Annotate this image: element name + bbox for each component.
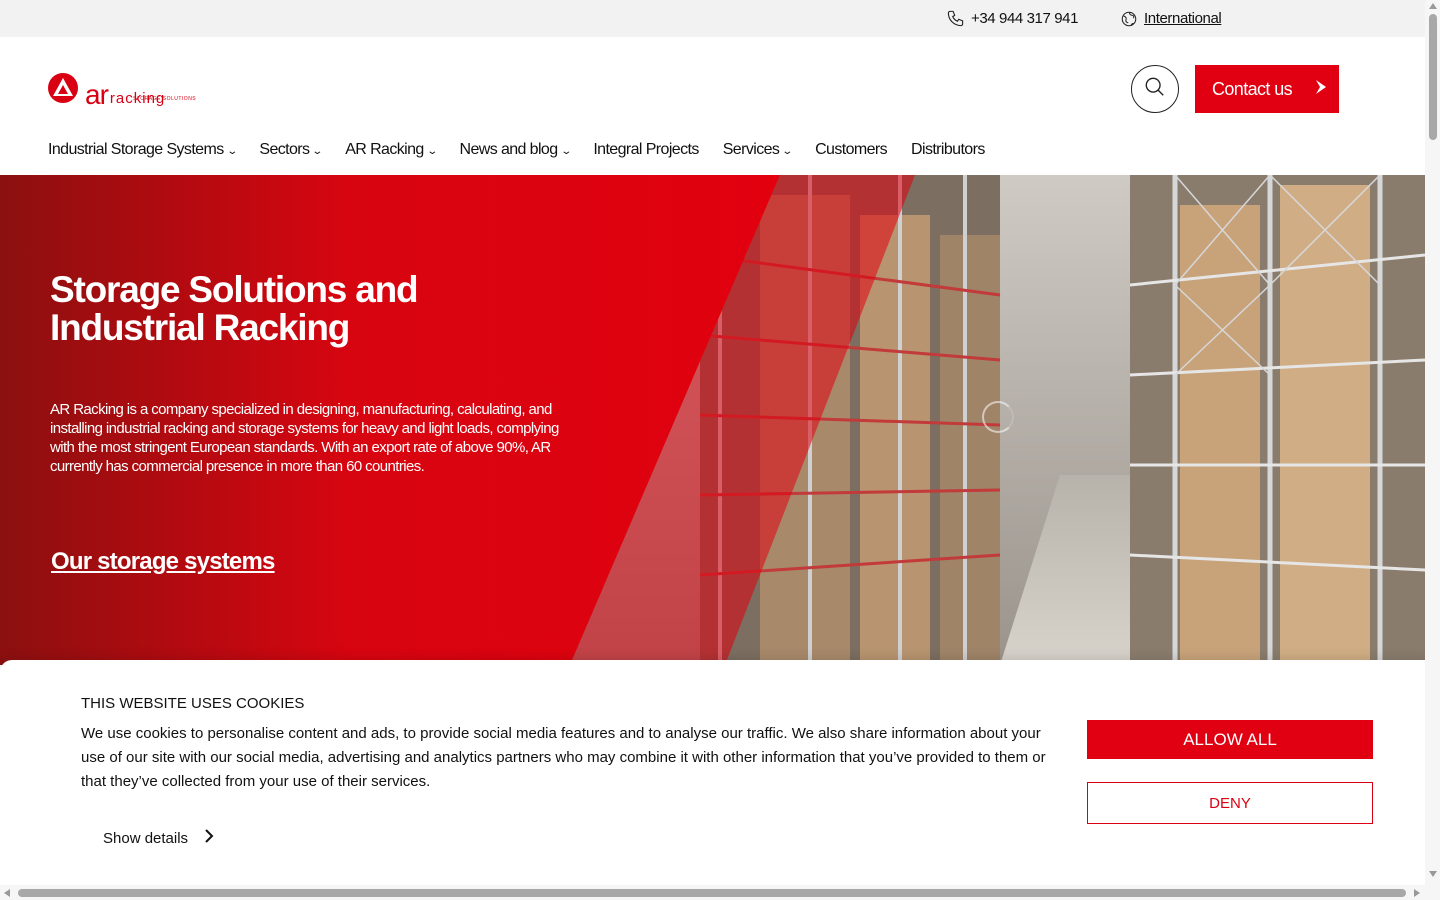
- nav-item-label: Industrial Storage Systems: [48, 141, 224, 158]
- cookie-description: We use cookies to personalise content an…: [81, 725, 1046, 790]
- scrollbar-corner: [1425, 885, 1440, 900]
- search-icon: [1144, 76, 1166, 103]
- chevron-down-icon: ⌄: [226, 145, 238, 157]
- horizontal-scrollbar[interactable]: [0, 885, 1425, 900]
- nav-item-sectors[interactable]: Sectors ⌄: [259, 141, 324, 159]
- vertical-scrollbar[interactable]: [1425, 0, 1440, 885]
- main-navigation: Industrial Storage Systems ⌄ Sectors ⌄ A…: [48, 140, 1009, 160]
- nav-item-label: Distributors: [911, 141, 985, 158]
- nav-item-distributors[interactable]: Distributors: [911, 141, 985, 159]
- video-loading-spinner-icon: [982, 401, 1014, 433]
- chevron-right-icon: [204, 828, 214, 848]
- nav-item-ar-racking[interactable]: AR Racking ⌄: [345, 141, 438, 159]
- vertical-scroll-thumb[interactable]: [1429, 14, 1437, 140]
- international-label: International: [1144, 10, 1222, 27]
- globe-icon: [1120, 10, 1138, 28]
- hero-title-line-1: Storage Solutions and: [50, 269, 419, 310]
- nav-item-services[interactable]: Services ⌄: [722, 141, 794, 159]
- logo-mark-icon: [47, 72, 79, 109]
- phone-link[interactable]: +34 944 317 941: [946, 0, 1078, 37]
- cookie-title: THIS WEBSITE USES COOKIES: [81, 695, 305, 712]
- scroll-down-arrow-icon[interactable]: [1429, 871, 1437, 877]
- nav-item-label: Integral Projects: [593, 141, 699, 158]
- logo-text: ar: [85, 79, 109, 110]
- scroll-up-arrow-icon[interactable]: [1429, 3, 1437, 9]
- scroll-right-arrow-icon[interactable]: [1414, 889, 1420, 897]
- ar-racking-logo[interactable]: ar racking STORAGE SOLUTIONS: [47, 72, 196, 110]
- nav-item-industrial-storage-systems[interactable]: Industrial Storage Systems ⌄: [48, 141, 238, 159]
- contact-us-label: Contact us: [1212, 78, 1293, 99]
- show-details-label: Show details: [103, 829, 189, 847]
- chevron-down-icon: ⌄: [559, 145, 572, 157]
- nav-item-news-and-blog[interactable]: News and blog ⌄: [459, 141, 572, 159]
- chevron-right-icon: [1314, 79, 1328, 100]
- cookie-consent-banner: THIS WEBSITE USES COOKIES We use cookies…: [0, 660, 1440, 885]
- nav-item-label: Customers: [815, 141, 888, 158]
- deny-button[interactable]: DENY: [1087, 782, 1373, 824]
- scroll-left-arrow-icon[interactable]: [4, 889, 10, 897]
- nav-item-integral-projects[interactable]: Integral Projects: [593, 141, 699, 159]
- nav-item-customers[interactable]: Customers: [815, 141, 888, 159]
- hero-title-line-2: Industrial Racking: [50, 307, 350, 348]
- search-button[interactable]: [1131, 65, 1179, 113]
- chevron-down-icon: ⌄: [311, 145, 324, 157]
- site-header: ar racking STORAGE SOLUTIONS Contact us …: [0, 37, 1425, 175]
- contact-us-button[interactable]: Contact us: [1195, 65, 1339, 113]
- phone-number: +34 944 317 941: [971, 10, 1079, 27]
- logo-subtitle: STORAGE SOLUTIONS: [133, 96, 197, 102]
- chevron-down-icon: ⌄: [781, 145, 794, 157]
- chevron-down-icon: ⌄: [426, 145, 438, 157]
- hero-title: Storage Solutions and Industrial Racking: [50, 269, 419, 348]
- top-utility-bar: +34 944 317 941 International: [0, 0, 1425, 37]
- phone-icon: [946, 9, 965, 28]
- hero-section: Storage Solutions and Industrial Racking…: [0, 175, 1425, 665]
- nav-item-label: Services: [722, 141, 780, 158]
- nav-item-label: Sectors: [259, 141, 310, 158]
- horizontal-scroll-thumb[interactable]: [18, 889, 1406, 897]
- our-storage-systems-link[interactable]: Our storage systems: [51, 548, 275, 576]
- international-link[interactable]: International: [1120, 0, 1222, 37]
- hero-description: AR Racking is a company specialized in d…: [50, 401, 559, 475]
- allow-all-button[interactable]: ALLOW ALL: [1087, 720, 1373, 759]
- nav-item-label: AR Racking: [345, 141, 424, 158]
- show-details-link[interactable]: Show details: [103, 828, 214, 848]
- nav-item-label: News and blog: [459, 141, 558, 158]
